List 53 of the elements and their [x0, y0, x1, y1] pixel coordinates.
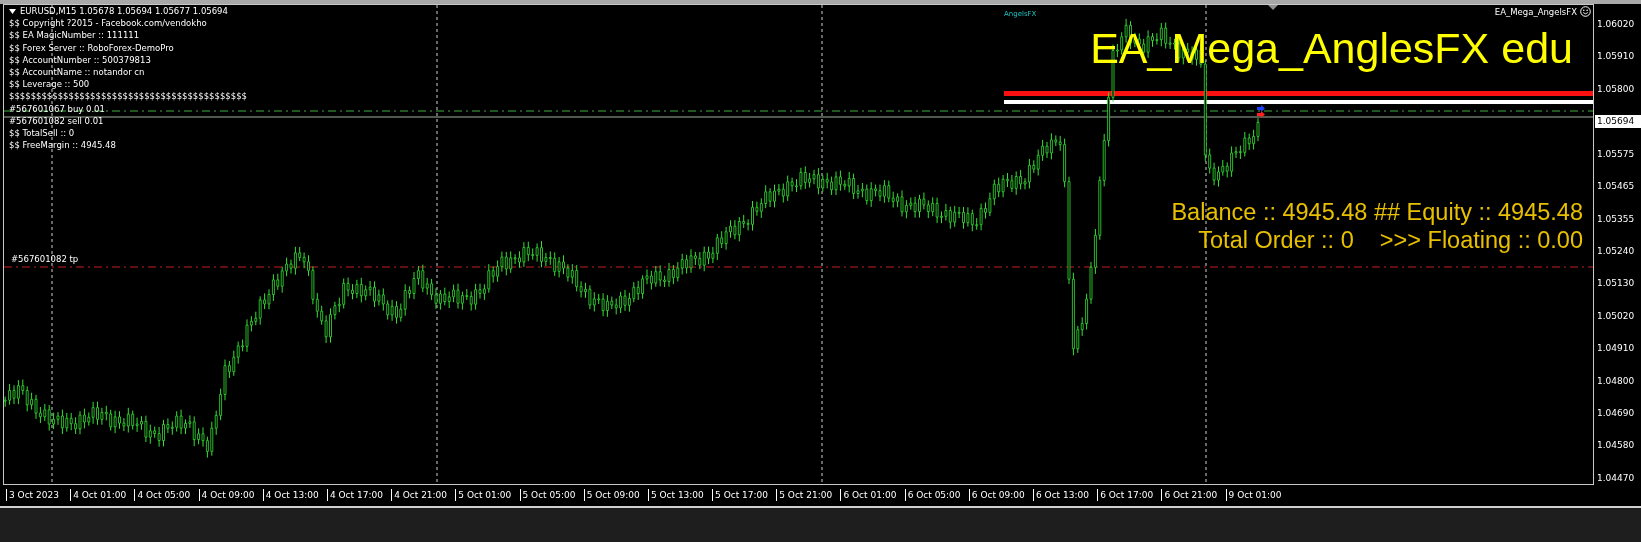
price-label: 1.05355: [1596, 212, 1636, 226]
price-label: 1.04580: [1596, 439, 1636, 453]
account-summary: Balance :: 4945.48 ## Equity :: 4945.48: [1171, 198, 1583, 226]
current-price-label: 1.05694: [1595, 115, 1641, 129]
time-label: 5 Oct 13:00: [647, 488, 713, 501]
time-label: 3 Oct 2023: [6, 488, 71, 501]
time-label: 6 Oct 21:00: [1161, 488, 1226, 501]
symbol-header: EURUSD,M15 1.05678 1.05694 1.05677 1.05694: [20, 5, 228, 18]
time-label: 4 Oct 05:00: [134, 488, 199, 501]
tp-label: #567601082 tp: [11, 254, 79, 264]
info-text: $$ FreeMargin :: 4945.48: [9, 139, 117, 152]
info-text: $$ AccountName :: notandor cn: [9, 66, 146, 79]
time-label: 6 Oct 13:00: [1033, 488, 1098, 501]
info-text: $$ Leverage :: 500: [9, 78, 91, 91]
smiley-icon: [1580, 6, 1591, 17]
account-summary: Total Order :: 0 >>> Floating :: 0.00: [1198, 226, 1583, 254]
time-label: 4 Oct 21:00: [391, 488, 456, 501]
price-label: 1.05575: [1596, 147, 1636, 161]
time-label: 4 Oct 09:00: [198, 488, 263, 501]
price-label: 1.05130: [1596, 277, 1636, 291]
info-text: $$ Forex Server :: RoboForex-DemoPro: [9, 41, 175, 54]
time-label: 6 Oct 01:00: [840, 488, 905, 501]
price-label: 1.04910: [1596, 342, 1636, 356]
info-text: $$ AccountNumber :: 500379813: [9, 53, 152, 66]
time-label: 6 Oct 09:00: [968, 488, 1033, 501]
collapse-arrow-icon[interactable]: [9, 8, 16, 14]
time-label: 5 Oct 05:00: [519, 488, 584, 501]
price-label: 1.05910: [1596, 50, 1636, 64]
order-label: #567601082 sell 0.01: [9, 114, 105, 127]
price-label: 1.05020: [1596, 309, 1636, 323]
info-text: $$ Copyright ?2015 - Facebook.com/vendokho: [9, 17, 208, 30]
expert-name: EA_Mega_AngelsFX: [1494, 6, 1577, 17]
order-label: #567601067 buy 0.01: [9, 102, 106, 115]
time-label: 5 Oct 21:00: [776, 488, 841, 501]
time-label: 4 Oct 17:00: [326, 488, 392, 501]
info-text: $$$$$$$$$$$$$$$$$$$$$$$$$$$$$$$$$$$$$$$$$$$$: [9, 90, 247, 103]
price-label: 1.04800: [1596, 374, 1636, 388]
price-label: 1.04690: [1596, 407, 1636, 421]
time-label: 4 Oct 01:00: [70, 488, 135, 501]
time-label: 5 Oct 09:00: [583, 488, 648, 501]
time-label: 6 Oct 17:00: [1097, 488, 1162, 501]
price-label: 1.04470: [1596, 471, 1636, 485]
time-label: 6 Oct 05:00: [904, 488, 969, 501]
price-label: 1.05800: [1596, 82, 1636, 96]
info-text: $$ TotalSell :: 0: [9, 127, 76, 140]
time-label: 5 Oct 01:00: [455, 488, 520, 501]
time-label: 9 Oct 01:00: [1225, 488, 1290, 501]
time-label: 5 Oct 17:00: [712, 488, 777, 501]
price-label: 1.06020: [1596, 18, 1636, 31]
price-label: 1.05240: [1596, 244, 1636, 258]
price-label: 1.05465: [1596, 180, 1636, 194]
time-label: 4 Oct 13:00: [262, 488, 327, 501]
info-text: $$ EA MagicNumber :: 111111: [9, 29, 141, 42]
